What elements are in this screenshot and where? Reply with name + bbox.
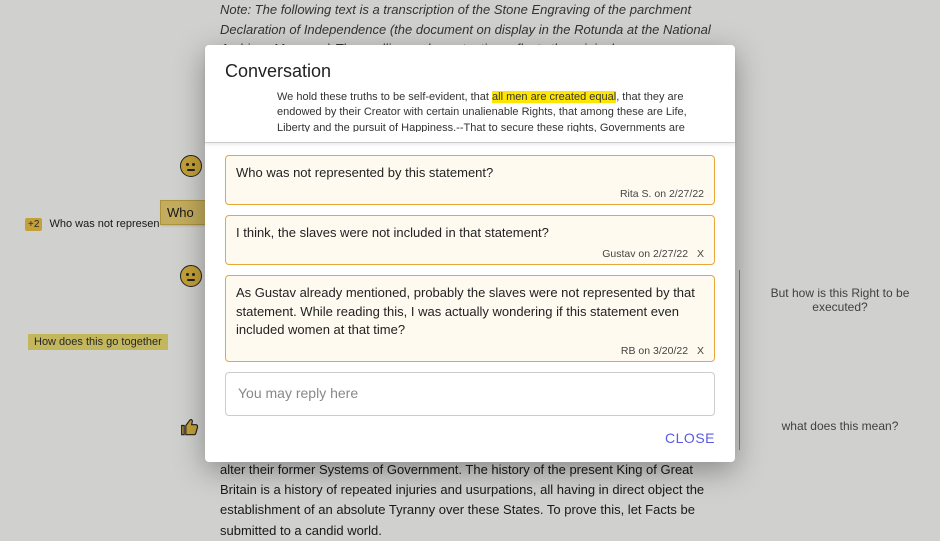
reply-input[interactable]: You may reply here — [225, 372, 715, 416]
comment-card[interactable]: Who was not represented by this statemen… — [225, 155, 715, 205]
delete-comment-icon[interactable]: X — [697, 248, 704, 260]
modal-footer: CLOSE — [205, 422, 735, 462]
context-quote: We hold these truths to be self-evident,… — [277, 90, 715, 132]
conversation-modal: Conversation We hold these truths to be … — [205, 45, 735, 462]
highlighted-phrase: all men are created equal — [492, 91, 616, 103]
modal-body: Who was not represented by this statemen… — [205, 143, 735, 422]
comment-meta: RB on 3/20/22 X — [236, 345, 704, 357]
comment-meta: Rita S. on 2/27/22 — [236, 188, 704, 200]
comment-meta: Gustav on 2/27/22 X — [236, 248, 704, 260]
comment-card[interactable]: I think, the slaves were not included in… — [225, 215, 715, 265]
close-button[interactable]: CLOSE — [665, 430, 715, 446]
comment-text: Who was not represented by this statemen… — [236, 164, 704, 182]
comment-text: I think, the slaves were not included in… — [236, 224, 704, 242]
comment-card[interactable]: As Gustav already mentioned, probably th… — [225, 275, 715, 362]
modal-header: Conversation We hold these truths to be … — [205, 45, 735, 143]
delete-comment-icon[interactable]: X — [697, 345, 704, 357]
comment-text: As Gustav already mentioned, probably th… — [236, 284, 704, 339]
modal-title: Conversation — [225, 61, 715, 82]
